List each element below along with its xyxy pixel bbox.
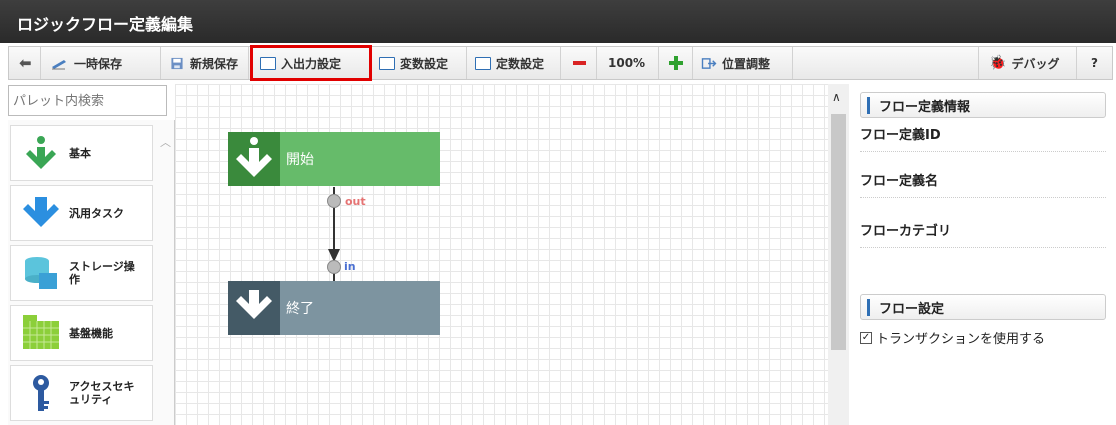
var-settings-button[interactable]: 変数設定	[371, 47, 467, 79]
debug-label: デバッグ	[1011, 56, 1060, 71]
position-adjust-label: 位置調整	[722, 56, 771, 71]
const-settings-label: 定数設定	[496, 56, 545, 71]
transaction-label: トランザクションを使用する	[876, 332, 1046, 347]
window-title: ロジックフロー定義編集	[17, 15, 194, 34]
start-arrow-icon	[228, 132, 280, 186]
palette-item-platform[interactable]: 基盤機能	[10, 305, 153, 361]
position-adjust-button[interactable]: 位置調整	[693, 47, 793, 79]
transaction-option[interactable]: ✓ トランザクションを使用する	[860, 328, 1045, 347]
flow-id-label: フロー定義ID	[860, 128, 941, 143]
minus-icon	[573, 61, 586, 65]
window-icon	[379, 56, 395, 70]
plus-icon	[669, 56, 683, 70]
flow-id-row: フロー定義ID	[860, 124, 1106, 152]
key-icon	[21, 373, 61, 413]
in-port[interactable]	[327, 260, 341, 274]
window-titlebar: ロジックフロー定義編集	[0, 0, 1116, 43]
var-settings-label: 変数設定	[400, 56, 449, 71]
out-port-label: out	[345, 195, 366, 208]
pen-save-icon	[52, 59, 66, 69]
palette-item-basic[interactable]: 基本	[10, 125, 153, 181]
chevron-up-icon[interactable]: ︿	[160, 134, 171, 150]
palette-item-generic-task[interactable]: 汎用タスク	[10, 185, 153, 241]
arrow-down-green-icon	[21, 133, 61, 173]
flow-info-header[interactable]: フロー定義情報	[860, 92, 1106, 118]
io-settings-button[interactable]: 入出力設定	[250, 45, 372, 81]
grid-blocks-icon	[21, 313, 61, 353]
help-label: ?	[1091, 56, 1098, 70]
start-node-label: 開始	[286, 152, 314, 168]
bug-icon: 🐞	[989, 55, 1007, 71]
back-button[interactable]: ⬅	[9, 47, 41, 79]
flow-settings-header-label: フロー設定	[879, 301, 945, 317]
chevron-up-icon[interactable]: ∧	[832, 90, 841, 104]
flow-settings-header[interactable]: フロー設定	[860, 294, 1106, 320]
zoom-in-button[interactable]	[659, 47, 693, 79]
checkbox-checked-icon[interactable]: ✓	[860, 331, 872, 344]
zoom-out-button[interactable]	[561, 47, 597, 79]
new-save-label: 新規保存	[190, 56, 239, 71]
flow-info-header-label: フロー定義情報	[879, 99, 971, 115]
flow-category-label: フローカテゴリ	[860, 224, 952, 239]
canvas-scrollbar[interactable]: ∧	[828, 84, 849, 425]
zoom-level: 100%	[597, 47, 659, 79]
temp-save-button[interactable]: 一時保存	[41, 47, 161, 79]
flow-name-row: フロー定義名	[860, 170, 1106, 198]
io-settings-label: 入出力設定	[281, 56, 342, 71]
scrollbar-thumb[interactable]	[831, 114, 846, 350]
const-settings-button[interactable]: 定数設定	[467, 47, 561, 79]
in-port-label: in	[344, 260, 356, 273]
palette-panel: ︿ 基本 汎用タスク ストレージ操作 基盤機能 アクセスセキュリティ	[8, 120, 175, 425]
palette-item-storage[interactable]: ストレージ操作	[10, 245, 153, 301]
temp-save-label: 一時保存	[74, 56, 123, 71]
palette-item-label: アクセスセキュリティ	[69, 380, 135, 406]
arrow-down-blue-icon	[21, 193, 61, 233]
flow-canvas[interactable]: 開始 out in 終了	[175, 84, 828, 425]
save-icon	[171, 57, 183, 69]
debug-button[interactable]: 🐞 デバッグ	[979, 47, 1077, 79]
storage-icon	[21, 253, 61, 293]
end-arrow-icon	[228, 281, 280, 335]
palette-item-label: ストレージ操作	[69, 260, 135, 286]
palette-item-label: 基盤機能	[69, 326, 113, 340]
palette-item-label: 基本	[69, 146, 91, 160]
palette-search-input[interactable]	[8, 85, 167, 116]
new-save-button[interactable]: 新規保存	[161, 47, 249, 79]
zoom-level-label: 100%	[608, 56, 646, 70]
help-button[interactable]: ?	[1077, 47, 1113, 79]
toolbar-spacer	[793, 47, 979, 79]
align-icon	[701, 57, 717, 69]
end-node-label: 終了	[286, 301, 314, 317]
palette-item-label: 汎用タスク	[69, 206, 124, 220]
window-icon	[475, 56, 491, 70]
flow-category-row: フローカテゴリ	[860, 220, 1106, 248]
toolbar: ⬅ 一時保存 新規保存 入出力設定 変数設定 定数設定 100% 位置調整 🐞 …	[8, 45, 1113, 81]
properties-panel: フロー定義情報 フロー定義ID フロー定義名 フローカテゴリ フロー設定 ✓ ト…	[849, 84, 1116, 425]
palette-item-access-security[interactable]: アクセスセキュリティ	[10, 365, 153, 421]
arrow-left-icon: ⬅	[19, 54, 32, 72]
window-icon	[260, 56, 276, 70]
flow-name-label: フロー定義名	[860, 174, 939, 189]
out-port[interactable]	[327, 194, 341, 208]
start-node[interactable]: 開始	[228, 132, 440, 186]
end-node[interactable]: 終了	[228, 281, 440, 335]
